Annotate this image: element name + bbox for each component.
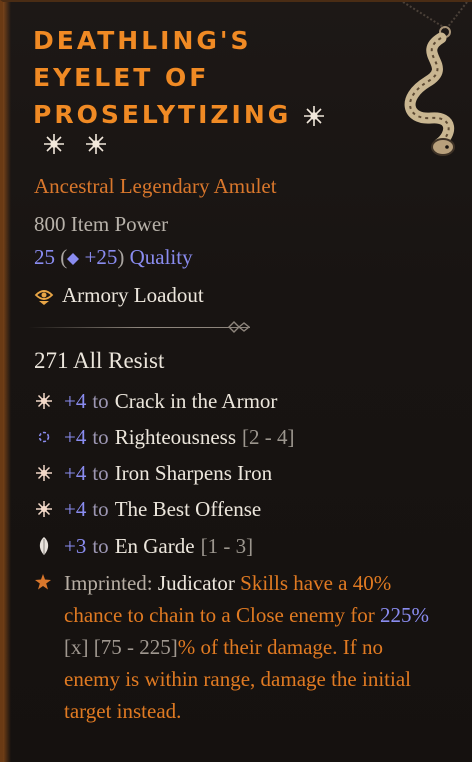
affix-row: +4 to Crack in the Armor	[34, 386, 277, 416]
affix-to: to	[92, 460, 109, 485]
affix-to: to	[92, 424, 109, 449]
amulet-snake-icon	[402, 2, 468, 156]
title-stars	[43, 133, 107, 155]
armory-loadout: Armory Loadout	[34, 283, 204, 308]
imprinted-range: [x] [75 - 225]	[64, 635, 178, 659]
affix-row: +4 to Iron Sharpens Iron	[34, 458, 272, 488]
affix-name: Crack in the Armor	[114, 388, 278, 413]
ring-icon	[38, 431, 50, 443]
armory-icon	[34, 289, 54, 305]
affix-plus: +4	[64, 496, 87, 521]
affix-name: En Garde	[114, 533, 195, 558]
imprinted-star-icon	[35, 574, 51, 590]
quality-bonus: +25	[84, 245, 118, 269]
affix-plus: +3	[64, 533, 87, 558]
mythic-star-icon	[44, 134, 64, 154]
affix-to: to	[92, 496, 109, 521]
affix-to: to	[92, 533, 109, 558]
divider-ornament-icon	[228, 321, 251, 333]
affix-row: +4 to Righteousness [2 - 4]	[34, 422, 295, 452]
affix-name: Iron Sharpens Iron	[114, 460, 273, 485]
affix-range: [1 - 3]	[200, 533, 254, 558]
affix-plus: +4	[64, 388, 87, 413]
spark-icon	[36, 501, 52, 517]
affix-to: to	[92, 388, 109, 413]
item-title-line-2: EYELET OF	[33, 63, 210, 92]
item-quality: 25 ( +25) Quality	[34, 245, 193, 269]
affix-range: [2 - 4]	[242, 424, 295, 449]
imprinted-aspect: Imprinted: Judicator Skills have a 40% c…	[64, 567, 439, 727]
mythic-star-icon	[304, 106, 324, 126]
affix-plus: +4	[64, 460, 87, 485]
affix-name: The Best Offense	[114, 496, 262, 521]
imprinted-class: Judicator	[157, 571, 235, 595]
imprinted-value: 225%	[380, 603, 430, 627]
item-title-line-1: DEATHLING'S	[33, 26, 252, 55]
item-tooltip: DEATHLING'S EYELET OF PROSELYTIZING Ance…	[0, 0, 472, 762]
affix-row: +3 to En Garde [1 - 3]	[34, 531, 253, 561]
mythic-star-icon	[86, 134, 106, 154]
all-resist: 271 All Resist	[34, 348, 165, 373]
item-title-line-3: PROSELYTIZING	[33, 100, 292, 129]
feather-icon	[39, 537, 49, 555]
item-power: 800 Item Power	[34, 212, 169, 236]
quality-base: 25	[34, 245, 55, 269]
item-type: Ancestral Legendary Amulet	[34, 174, 277, 198]
spark-icon	[36, 465, 52, 481]
gem-icon	[67, 253, 80, 266]
spark-icon	[36, 393, 52, 409]
loadout-label: Armory Loadout	[62, 283, 204, 307]
item-title: DEATHLING'S EYELET OF PROSELYTIZING	[33, 22, 363, 133]
quality-label: Quality	[129, 245, 193, 269]
affix-name: Righteousness	[114, 424, 237, 449]
affix-plus: +4	[64, 424, 87, 449]
divider	[28, 327, 250, 328]
affix-row: +4 to The Best Offense	[34, 494, 261, 524]
imprinted-label: Imprinted:	[64, 571, 153, 595]
